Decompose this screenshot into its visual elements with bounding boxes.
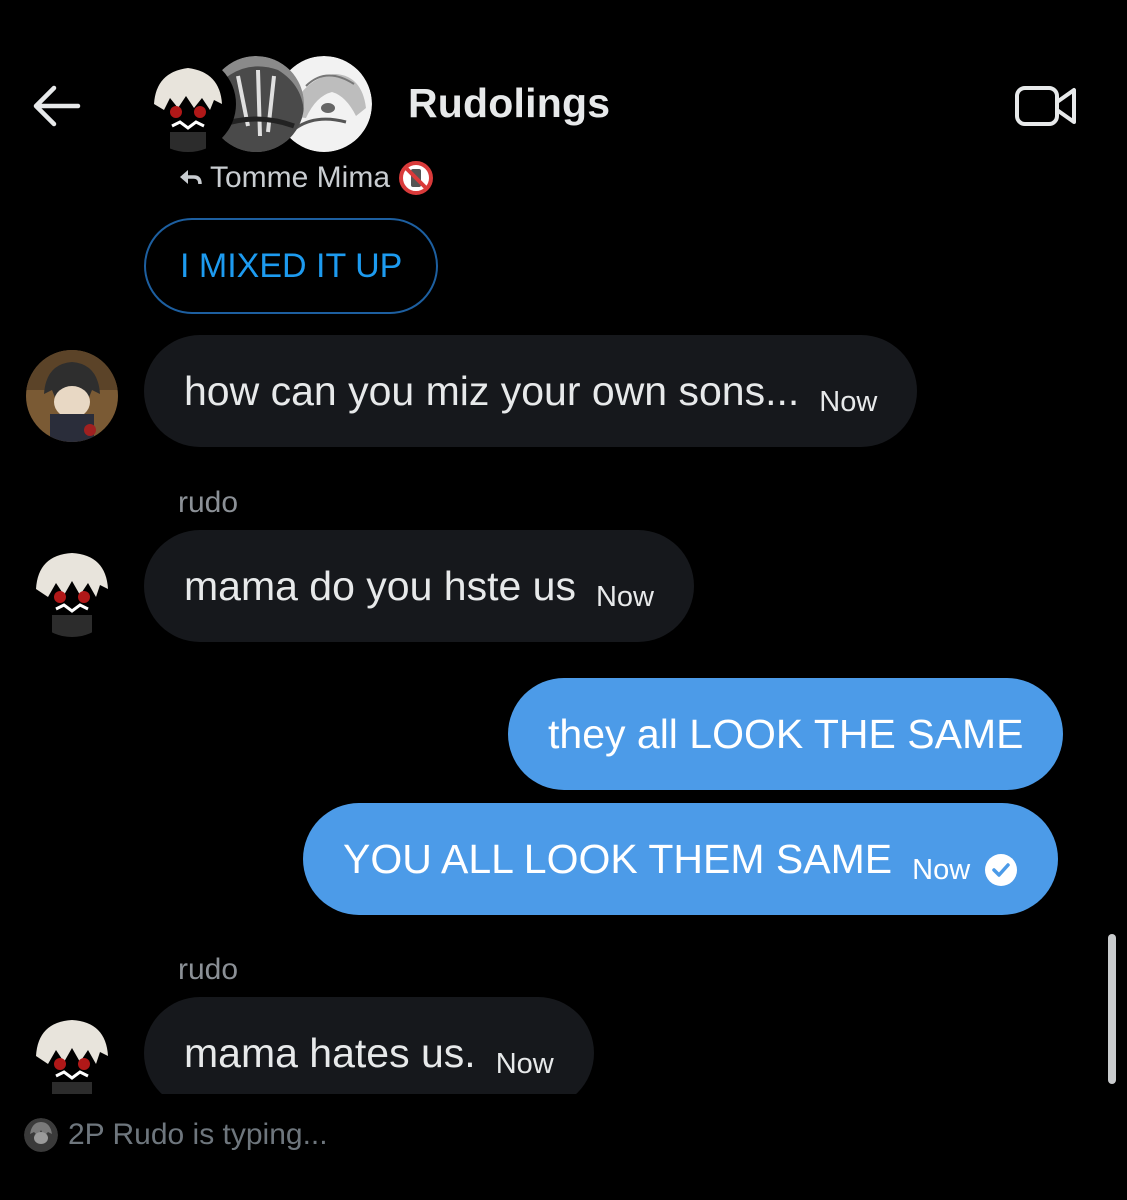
sender-avatar[interactable] — [26, 545, 118, 637]
typing-user-avatar — [24, 1118, 58, 1152]
message-bubble-outgoing[interactable]: they all LOOK THE SAME — [508, 678, 1064, 790]
read-check-icon — [984, 853, 1018, 887]
quoted-reply-message[interactable]: I MIXED IT UP — [144, 218, 439, 314]
sender-avatar[interactable] — [26, 350, 118, 442]
message-timestamp: Now — [819, 385, 878, 418]
message-timestamp: Now — [912, 853, 971, 886]
message-bubble-incoming[interactable]: mama hates us. Now — [144, 997, 594, 1109]
message-text: how can you miz your own sons... — [184, 367, 800, 414]
typing-text: 2P Rudo is typing... — [68, 1118, 328, 1151]
sender-name: rudo — [178, 953, 239, 986]
message-bubble-incoming[interactable]: mama do you hste us Now — [144, 530, 694, 642]
message-timestamp: Now — [595, 580, 654, 613]
video-call-button[interactable] — [1010, 78, 1082, 134]
reply-arrow-icon — [180, 170, 202, 185]
reply-author-name: Tomme Mima — [210, 161, 391, 194]
message-text: they all LOOK THE SAME — [548, 710, 1024, 757]
arrow-left-icon — [33, 85, 81, 127]
message-timestamp: Now — [495, 1047, 554, 1080]
scrollbar-thumb[interactable] — [1108, 934, 1116, 1084]
message-text: mama hates us. — [184, 1029, 476, 1076]
sender-name: rudo — [178, 486, 239, 519]
reply-context: Tomme Mima — [178, 160, 434, 196]
no-symbol-emoji-icon — [399, 161, 434, 195]
sender-avatar[interactable] — [26, 1012, 118, 1104]
message-text: mama do you hste us — [184, 562, 576, 609]
quoted-reply-text: I MIXED IT UP — [180, 246, 403, 285]
message-bubble-outgoing[interactable]: YOU ALL LOOK THEM SAME Now — [303, 803, 1059, 915]
conversation-title[interactable]: Rudolings — [408, 80, 610, 127]
group-avatars[interactable] — [140, 56, 380, 156]
dm-conversation-screen: Rudolings Tomme Mima I MIXED IT UP how c… — [0, 0, 1127, 1200]
video-camera-icon — [1015, 86, 1076, 126]
typing-indicator: 2P Rudo is typing... — [24, 1118, 328, 1152]
back-button[interactable] — [28, 78, 84, 134]
message-bubble-incoming[interactable]: how can you miz your own sons... Now — [144, 335, 918, 447]
group-avatar-1 — [140, 56, 236, 152]
message-text: YOU ALL LOOK THEM SAME — [343, 835, 893, 882]
